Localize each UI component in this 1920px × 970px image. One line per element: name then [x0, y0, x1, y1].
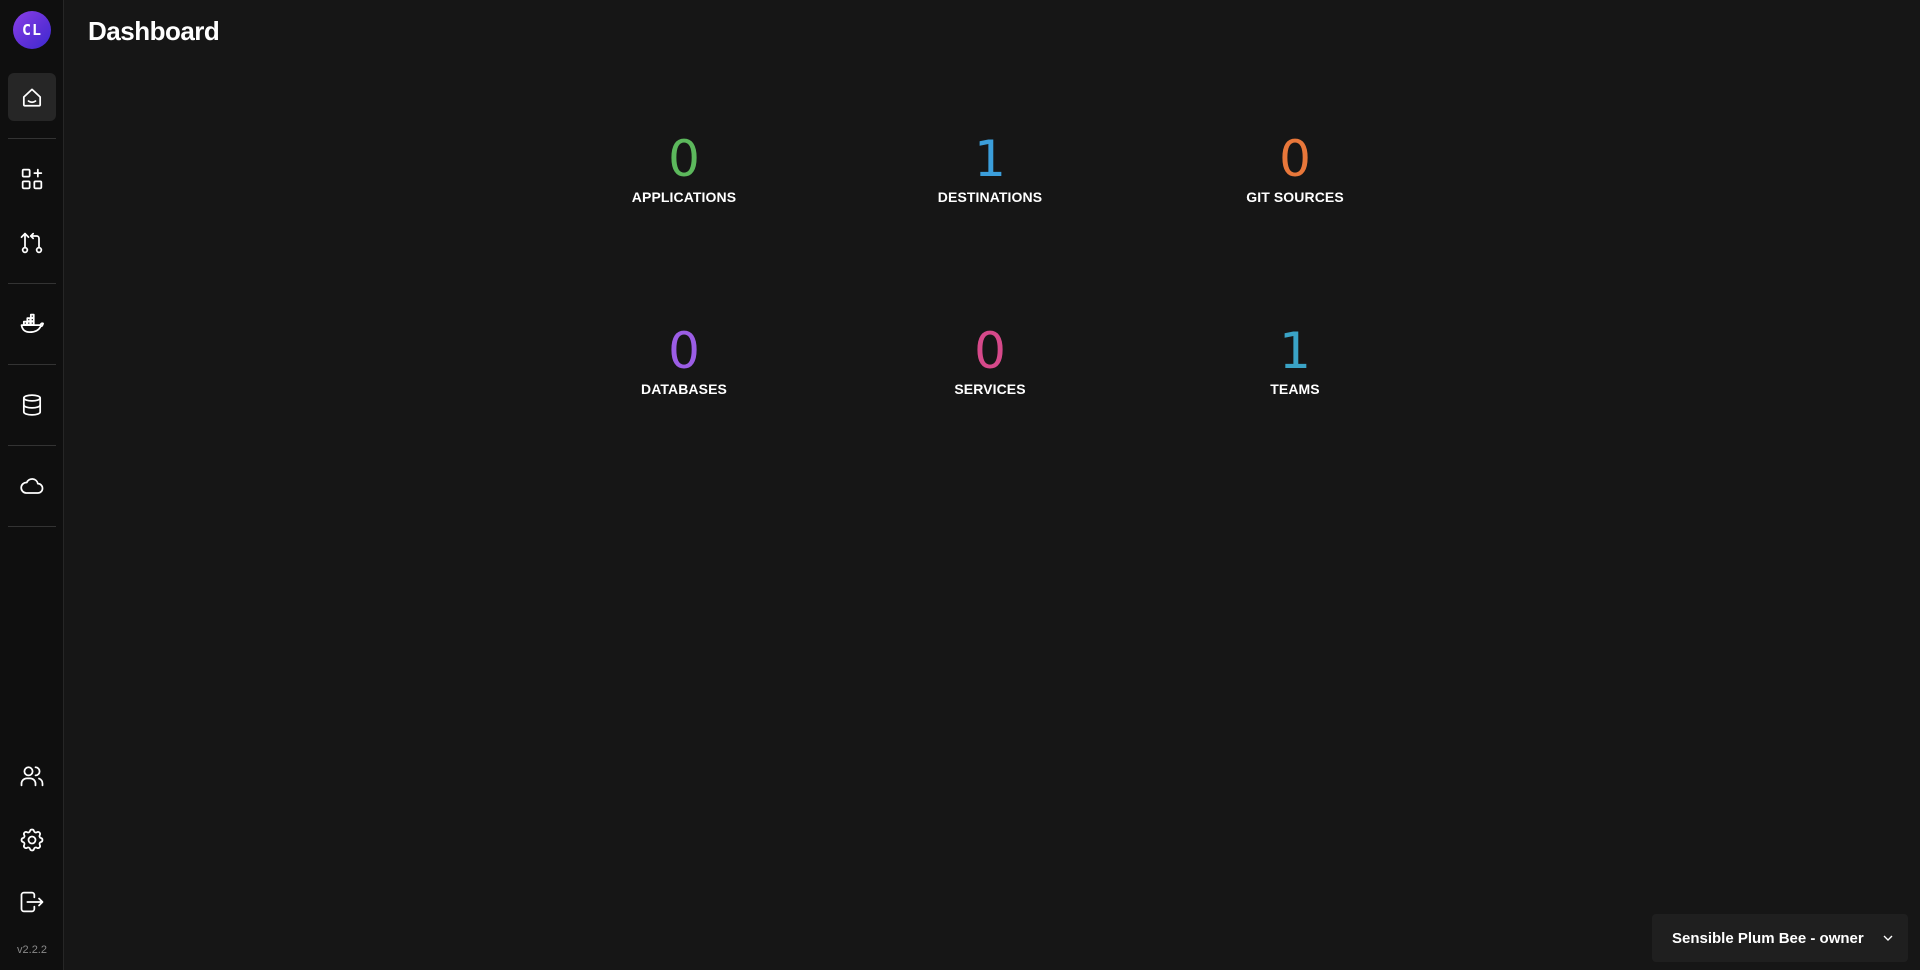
- stat-value: 1: [1279, 322, 1311, 380]
- stat-destinations[interactable]: 1 DESTINATIONS: [890, 131, 1090, 205]
- stat-label: TEAMS: [1270, 381, 1320, 397]
- sidebar-item-services[interactable]: [8, 462, 56, 510]
- stat-value: 1: [974, 130, 1006, 188]
- users-icon: [20, 766, 44, 787]
- stat-value: 0: [668, 130, 700, 188]
- stat-databases[interactable]: 0 DATABASES: [584, 323, 784, 397]
- sidebar-item-logout[interactable]: [8, 878, 56, 926]
- sidebar-item-teams[interactable]: [8, 752, 56, 800]
- stat-label: SERVICES: [954, 381, 1026, 397]
- stat-teams[interactable]: 1 TEAMS: [1195, 323, 1395, 397]
- gear-icon: [20, 828, 44, 852]
- page-title: Dashboard: [88, 16, 220, 46]
- home-icon: [22, 88, 42, 107]
- stat-label: GIT SOURCES: [1246, 189, 1344, 205]
- cloud-icon: [20, 478, 44, 494]
- sidebar-divider: [8, 526, 56, 527]
- sidebar-item-settings[interactable]: [8, 816, 56, 864]
- user-avatar[interactable]: CL: [13, 11, 51, 49]
- docker-icon: [20, 313, 44, 334]
- stat-label: DATABASES: [641, 381, 727, 397]
- apps-add-icon: [21, 168, 43, 190]
- app: CL v2.2.2 Dashboard 0 APPLICATIONS 1 DES…: [0, 0, 1920, 970]
- chevron-down-icon: [1883, 935, 1893, 941]
- git-pull-request-icon: [20, 232, 43, 254]
- stat-applications[interactable]: 0 APPLICATIONS: [584, 131, 784, 205]
- stat-label: APPLICATIONS: [631, 189, 737, 205]
- logout-icon: [20, 891, 44, 913]
- sidebar-item-databases[interactable]: [8, 381, 56, 429]
- app-version: v2.2.2: [17, 944, 47, 956]
- team-select-value: Sensible Plum Bee - owner: [1672, 929, 1864, 947]
- stat-value: 0: [668, 322, 700, 380]
- stat-services[interactable]: 0 SERVICES: [890, 323, 1090, 397]
- sidebar-divider: [8, 283, 56, 284]
- sidebar-item-applications[interactable]: [8, 155, 56, 203]
- sidebar: CL v2.2.2: [0, 0, 64, 970]
- sidebar-item-dashboard[interactable]: [8, 73, 56, 121]
- sidebar-item-destinations[interactable]: [8, 300, 56, 348]
- stat-git-sources[interactable]: 0 GIT SOURCES: [1195, 131, 1395, 205]
- database-icon: [22, 394, 42, 416]
- team-select[interactable]: Sensible Plum Bee - owner: [1652, 914, 1908, 962]
- stat-value: 0: [974, 322, 1006, 380]
- stat-label: DESTINATIONS: [937, 189, 1043, 205]
- stat-value: 0: [1279, 130, 1311, 188]
- sidebar-divider: [8, 364, 56, 365]
- sidebar-divider: [8, 138, 56, 139]
- sidebar-item-git-sources[interactable]: [8, 219, 56, 267]
- sidebar-divider: [8, 445, 56, 446]
